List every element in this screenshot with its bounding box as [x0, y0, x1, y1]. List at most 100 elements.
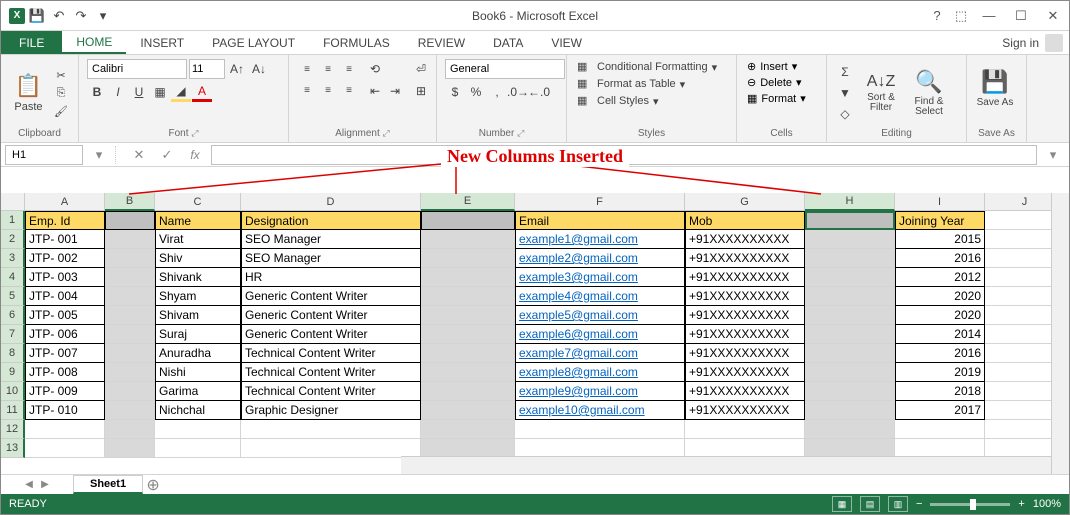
cell[interactable]: +91XXXXXXXXXX: [685, 344, 805, 363]
enter-formula-icon[interactable]: ✓: [155, 145, 179, 165]
cell[interactable]: Shyam: [155, 287, 241, 306]
cell[interactable]: Designation: [241, 211, 421, 230]
cell[interactable]: 2017: [895, 401, 985, 420]
comma-icon[interactable]: ,: [487, 82, 507, 102]
cell[interactable]: Nichchal: [155, 401, 241, 420]
name-box[interactable]: H1: [5, 145, 83, 165]
italic-button[interactable]: I: [108, 82, 128, 102]
copy-icon[interactable]: ⎘: [52, 85, 70, 101]
cell[interactable]: 2020: [895, 287, 985, 306]
cell[interactable]: [421, 325, 515, 344]
cut-icon[interactable]: ✂: [52, 67, 70, 83]
cell[interactable]: JTP- 005: [25, 306, 105, 325]
cell[interactable]: Nishi: [155, 363, 241, 382]
align-center-icon[interactable]: ≡: [318, 81, 338, 101]
insert-cells-button[interactable]: ⊕ Insert ▾: [745, 59, 818, 74]
align-middle-icon[interactable]: ≡: [318, 60, 338, 80]
cell[interactable]: [421, 268, 515, 287]
row-header-12[interactable]: 12: [1, 420, 25, 439]
ribbon-display-icon[interactable]: ⬚: [949, 5, 973, 27]
cell[interactable]: example3@gmail.com: [515, 268, 685, 287]
align-top-icon[interactable]: ≡: [297, 60, 317, 80]
sheet-nav-prev-icon[interactable]: ◀: [21, 479, 37, 490]
cell[interactable]: [105, 401, 155, 420]
cell[interactable]: 2016: [895, 249, 985, 268]
active-cell[interactable]: [805, 211, 895, 230]
cell[interactable]: Mob: [685, 211, 805, 230]
cell[interactable]: JTP- 008: [25, 363, 105, 382]
bold-button[interactable]: B: [87, 82, 107, 102]
clear-icon[interactable]: ◇: [835, 104, 855, 124]
cell[interactable]: example10@gmail.com: [515, 401, 685, 420]
spreadsheet-grid[interactable]: A B C D E F G H I J 1 Emp. Id Name Desig…: [1, 193, 1069, 474]
cell[interactable]: [421, 363, 515, 382]
cell[interactable]: [421, 249, 515, 268]
row-header-7[interactable]: 7: [1, 325, 25, 344]
row-header-11[interactable]: 11: [1, 401, 25, 420]
cell[interactable]: JTP- 003: [25, 268, 105, 287]
cell[interactable]: Generic Content Writer: [241, 306, 421, 325]
cell[interactable]: 2020: [895, 306, 985, 325]
col-header-A[interactable]: A: [25, 193, 105, 211]
cell[interactable]: [805, 287, 895, 306]
cell[interactable]: [105, 306, 155, 325]
cell[interactable]: [421, 382, 515, 401]
col-header-I[interactable]: I: [895, 193, 985, 211]
cell[interactable]: +91XXXXXXXXXX: [685, 382, 805, 401]
cell[interactable]: 2018: [895, 382, 985, 401]
cell[interactable]: Shivank: [155, 268, 241, 287]
sign-in[interactable]: Sign in: [996, 31, 1069, 54]
cell[interactable]: +91XXXXXXXXXX: [685, 306, 805, 325]
undo-icon[interactable]: ↶: [49, 6, 69, 26]
cell[interactable]: JTP- 010: [25, 401, 105, 420]
maximize-button[interactable]: ☐: [1005, 5, 1037, 27]
cell[interactable]: [805, 306, 895, 325]
sort-filter-button[interactable]: A↓ZSort & Filter: [859, 64, 903, 122]
row-header-4[interactable]: 4: [1, 268, 25, 287]
tab-review[interactable]: REVIEW: [404, 31, 479, 54]
cell[interactable]: +91XXXXXXXXXX: [685, 325, 805, 344]
format-as-table-button[interactable]: ▦Format as Table ▾: [575, 76, 728, 92]
currency-icon[interactable]: $: [445, 82, 465, 102]
cell[interactable]: 2014: [895, 325, 985, 344]
cell[interactable]: Email: [515, 211, 685, 230]
cell[interactable]: JTP- 001: [25, 230, 105, 249]
page-layout-view-icon[interactable]: ▤: [860, 496, 880, 512]
cell[interactable]: JTP- 007: [25, 344, 105, 363]
format-cells-button[interactable]: ▦ Format ▾: [745, 91, 818, 106]
cell[interactable]: Emp. Id: [25, 211, 105, 230]
cell[interactable]: Garima: [155, 382, 241, 401]
name-box-dropdown-icon[interactable]: ▾: [87, 145, 111, 165]
merge-icon[interactable]: ⊞: [411, 81, 431, 101]
cell[interactable]: [105, 363, 155, 382]
cell[interactable]: Generic Content Writer: [241, 325, 421, 344]
decrease-decimal-icon[interactable]: ←.0: [529, 82, 549, 102]
cell[interactable]: [805, 230, 895, 249]
cell[interactable]: example7@gmail.com: [515, 344, 685, 363]
cell[interactable]: +91XXXXXXXXXX: [685, 268, 805, 287]
cell[interactable]: Shiv: [155, 249, 241, 268]
cell[interactable]: [421, 211, 515, 230]
delete-cells-button[interactable]: ⊖ Delete ▾: [745, 75, 818, 90]
redo-icon[interactable]: ↷: [71, 6, 91, 26]
zoom-out-icon[interactable]: −: [916, 498, 922, 510]
cell[interactable]: Joining Year: [895, 211, 985, 230]
cell[interactable]: Generic Content Writer: [241, 287, 421, 306]
cell[interactable]: [421, 306, 515, 325]
cell[interactable]: [805, 268, 895, 287]
increase-font-icon[interactable]: A↑: [227, 59, 247, 79]
help-icon[interactable]: ?: [925, 5, 949, 27]
expand-formula-icon[interactable]: ▾: [1041, 145, 1065, 165]
sheet-nav-next-icon[interactable]: ▶: [37, 479, 53, 490]
cell[interactable]: [421, 230, 515, 249]
cell[interactable]: Technical Content Writer: [241, 344, 421, 363]
save-icon[interactable]: 💾: [27, 6, 47, 26]
cell[interactable]: [805, 363, 895, 382]
select-all-corner[interactable]: [1, 193, 25, 211]
cell[interactable]: [421, 344, 515, 363]
font-color-button[interactable]: A: [192, 82, 212, 102]
col-header-C[interactable]: C: [155, 193, 241, 211]
row-header-5[interactable]: 5: [1, 287, 25, 306]
fx-icon[interactable]: fx: [183, 145, 207, 165]
horizontal-scrollbar[interactable]: [401, 456, 1051, 474]
